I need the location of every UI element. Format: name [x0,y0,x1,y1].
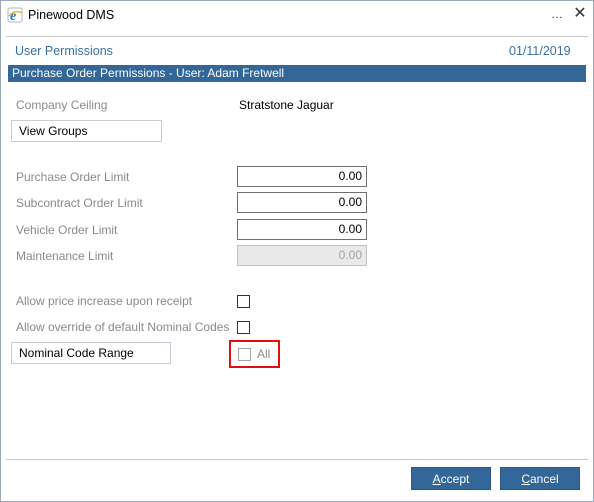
all-checkbox[interactable] [238,348,251,361]
purchase-order-limit-input[interactable]: 0.00 [237,166,367,187]
dialog-window: e Pinewood DMS … ✕ User Permissions 01/1… [0,0,594,502]
cancel-label-mnemonic: C [521,472,530,486]
vehicle-order-limit-input[interactable]: 0.00 [237,219,367,240]
page-title: User Permissions [15,44,113,58]
subcontract-order-limit-input[interactable]: 0.00 [237,192,367,213]
cancel-button[interactable]: Cancel [500,467,580,490]
bottom-divider [6,459,588,460]
override-nominal-checkbox[interactable] [237,321,250,334]
cancel-label-post: ancel [529,472,559,486]
minimize-button[interactable]: … [550,5,564,23]
view-groups-button[interactable]: View Groups [11,120,162,142]
top-divider [6,36,588,37]
nominal-code-range-button[interactable]: Nominal Code Range [11,342,171,364]
price-increase-checkbox[interactable] [237,295,250,308]
highlight-box [229,340,280,368]
accept-label-mnemonic: A [432,472,441,486]
purchase-order-limit-label: Purchase Order Limit [16,170,130,184]
override-nominal-label: Allow override of default Nominal Codes [16,320,230,334]
all-label: All [257,347,271,361]
app-e-icon: e [7,7,23,23]
vehicle-order-limit-label: Vehicle Order Limit [16,223,118,237]
price-increase-label: Allow price increase upon receipt [16,294,193,308]
section-header: Purchase Order Permissions - User: Adam … [8,65,586,82]
company-ceiling-value: Stratstone Jaguar [239,98,334,112]
accept-label-post: ccept [440,472,470,486]
window-title: Pinewood DMS [28,8,115,22]
company-ceiling-label: Company Ceiling [16,98,108,112]
maintenance-limit-label: Maintenance Limit [16,249,114,263]
subcontract-order-limit-label: Subcontract Order Limit [16,196,143,210]
close-button[interactable]: ✕ [571,5,589,23]
accept-button[interactable]: Accept [411,467,491,490]
maintenance-limit-input: 0.00 [237,245,367,266]
page-date: 01/11/2019 [509,44,571,58]
title-bar: e Pinewood DMS … ✕ [1,1,593,31]
